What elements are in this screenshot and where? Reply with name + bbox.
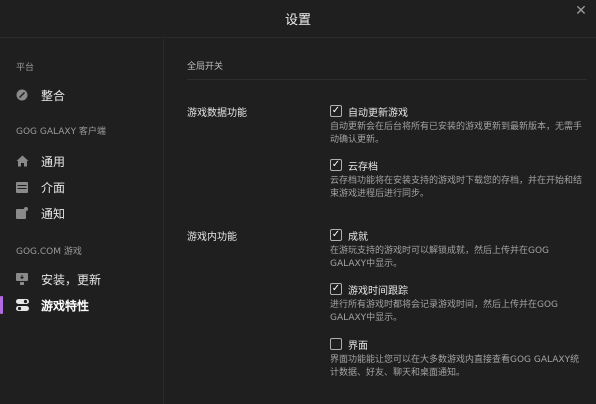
option-description: 自动更新会在后台将所有已安装的游戏更新到最新版本，无需手动确认更新。 xyxy=(330,122,583,145)
active-indicator xyxy=(0,296,3,314)
integration-icon xyxy=(15,88,29,102)
option-label: 自动更新游戏 xyxy=(348,108,408,119)
sidebar-item-general[interactable]: 通用 xyxy=(0,150,164,172)
global-switches-header: 全局开关 xyxy=(187,62,224,72)
sidebar-item-label: 整合 xyxy=(41,88,66,103)
interface-icon xyxy=(15,180,29,194)
sidebar-item-game-features[interactable]: 游戏特性 xyxy=(0,294,164,316)
sidebar-item-label: 安装，更新 xyxy=(41,272,102,287)
in-game-features-label: 游戏内功能 xyxy=(187,232,237,243)
window-title: 设置 xyxy=(284,13,311,28)
sidebar-item-label: 介面 xyxy=(41,180,66,195)
sidebar-item-label: 通知 xyxy=(41,206,66,221)
settings-panel: 全局开关 游戏数据功能 ✓ 自动更新游戏 自动更新会在后台将所有已安装的游戏更新… xyxy=(165,39,596,404)
sidebar-section-platform: 平台 xyxy=(16,63,35,73)
sidebar-item-label: 通用 xyxy=(41,154,66,169)
option-description: 界面功能能让您可以在大多数游戏内直接查看GOG GALAXY统计数据、好友、聊天… xyxy=(330,355,580,378)
option-label: 成就 xyxy=(348,232,368,243)
option-label: 界面 xyxy=(348,341,368,352)
checkmark-icon: ✓ xyxy=(331,159,341,170)
notification-icon xyxy=(15,206,29,220)
sidebar-section-client: GOG GALAXY 客户端 xyxy=(16,127,106,137)
game-features-icon xyxy=(15,298,29,312)
option-description: 云存档功能将在安装支持的游戏时下载您的存档，并在开始和结束游戏进程后进行同步。 xyxy=(330,176,583,199)
header-divider xyxy=(187,79,587,80)
option-label: 云存档 xyxy=(348,162,378,173)
sidebar-item-interface[interactable]: 介面 xyxy=(0,176,164,198)
sidebar: 平台 整合 GOG GALAXY 客户端 通用 介面 通知 GOG.COM 游戏… xyxy=(0,39,164,404)
sidebar-item-notifications[interactable]: 通知 xyxy=(0,202,164,224)
close-icon[interactable]: ✕ xyxy=(574,4,588,18)
sidebar-item-label: 游戏特性 xyxy=(41,298,90,313)
install-update-icon xyxy=(15,272,29,286)
playtime-tracking-checkbox[interactable]: ✓ xyxy=(330,283,342,295)
title-bar: 设置 ✕ xyxy=(0,0,596,38)
achievements-checkbox[interactable]: ✓ xyxy=(330,229,342,241)
checkmark-icon: ✓ xyxy=(331,229,341,240)
option-description: 在游玩支持的游戏时可以解锁成就，然后上传并在GOG GALAXY中显示。 xyxy=(330,246,550,269)
home-icon xyxy=(15,154,29,168)
cloud-saves-checkbox[interactable]: ✓ xyxy=(330,159,342,171)
checkmark-icon: ✓ xyxy=(331,283,341,294)
sidebar-item-install-update[interactable]: 安装，更新 xyxy=(0,268,164,290)
option-description: 进行所有游戏时都将会记录游戏时间，然后上传并在GOG GALAXY中显示。 xyxy=(330,300,559,323)
auto-update-checkbox[interactable]: ✓ xyxy=(330,105,342,117)
checkmark-icon: ✓ xyxy=(331,105,341,116)
sidebar-section-gog-games: GOG.COM 游戏 xyxy=(16,247,82,257)
game-data-features-label: 游戏数据功能 xyxy=(187,108,247,119)
option-label: 游戏时间跟踪 xyxy=(348,286,408,297)
sidebar-item-integration[interactable]: 整合 xyxy=(0,84,164,106)
overlay-checkbox[interactable] xyxy=(330,338,342,350)
